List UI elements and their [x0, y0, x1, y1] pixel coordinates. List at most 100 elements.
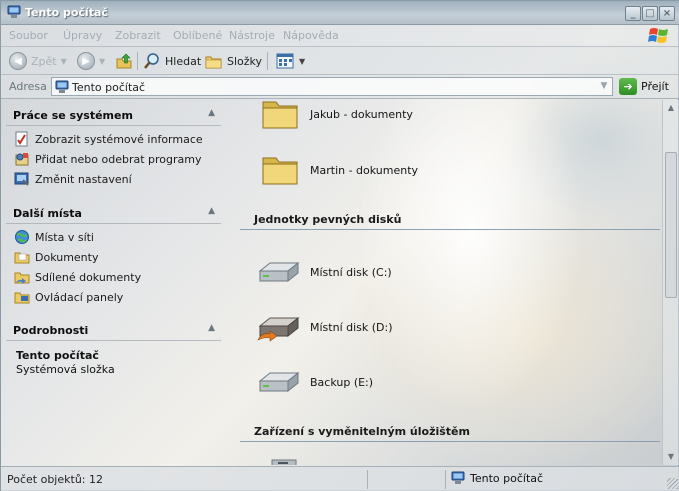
system-info-icon	[15, 131, 28, 147]
folder-label: Martin - dokumenty	[310, 163, 419, 177]
shared-folder-icon	[14, 272, 30, 284]
my-computer-icon	[7, 5, 21, 18]
menu-file[interactable]: Soubor	[9, 29, 48, 42]
removable-drive-icon	[271, 459, 297, 465]
place-network[interactable]: Místa v síti	[6, 227, 221, 247]
up-folder-icon	[116, 53, 132, 69]
task-pane: Práce se systémem ▲ Zobrazit systémové i…	[2, 100, 238, 465]
toolbar: ◀ Zpět ▼ ▶ ▼ Hledat Složky ▼	[1, 47, 679, 75]
task-system-info[interactable]: Zobrazit systémové informace	[6, 129, 221, 149]
maximize-button[interactable]: □	[642, 6, 658, 21]
folders-label: Složky	[227, 54, 263, 68]
scroll-thumb[interactable]	[665, 152, 677, 298]
place-control-panel[interactable]: Ovládací panely	[6, 287, 221, 307]
hard-drives-group-header: Jednotky pevných disků	[240, 210, 660, 230]
menu-edit[interactable]: Úpravy	[63, 29, 102, 42]
title-bar[interactable]: Tento počítač _ □ ×	[1, 1, 679, 25]
removable-title: Zařízení s vyměnitelným úložištěm	[254, 425, 470, 438]
place-shared-documents[interactable]: Sdílené dokumenty	[6, 267, 221, 287]
folder-item[interactable]: Martin - dokumenty	[260, 152, 418, 188]
windows-logo-icon	[648, 28, 668, 43]
back-arrow-icon: ◀	[9, 52, 27, 70]
search-label: Hledat	[165, 54, 202, 68]
address-value: Tento počítač	[72, 81, 146, 94]
network-places-icon	[15, 230, 29, 244]
collapse-icon[interactable]: ▲	[208, 108, 215, 118]
drive-item[interactable]: Backup (E:)	[256, 365, 373, 399]
place-shared-label: Sdílené dokumenty	[35, 270, 142, 284]
task-add-remove-programs[interactable]: Přidat nebo odebrat programy	[6, 149, 221, 169]
task-change-settings[interactable]: Změnit nastavení	[6, 169, 221, 189]
menu-tools[interactable]: Nástroje	[229, 29, 275, 42]
go-button[interactable]: ➔ Přejít	[619, 78, 669, 95]
other-places-section: Další místa ▲ Místa v síti Dokumenty Sdí…	[6, 202, 221, 307]
drive-item[interactable]: Místní disk (D:)	[256, 310, 393, 344]
address-input[interactable]: Tento počítač ▼	[51, 77, 613, 96]
address-dropdown-icon[interactable]: ▼	[597, 79, 611, 94]
status-location: Tento počítač	[451, 471, 543, 485]
task-change-settings-label: Změnit nastavení	[35, 172, 132, 186]
back-dropdown-icon: ▼	[60, 56, 67, 66]
content-pane: Jakub - dokumenty Martin - dokumenty Jed…	[240, 100, 662, 465]
folder-item[interactable]: Jakub - dokumenty	[260, 100, 413, 132]
drive-label: Backup (E:)	[310, 375, 374, 389]
add-remove-programs-icon	[15, 153, 29, 166]
minimize-icon: _	[630, 8, 636, 19]
place-network-label: Místa v síti	[35, 230, 94, 244]
go-arrow-icon: ➔	[619, 78, 637, 95]
drive-item[interactable]: Místní disk (C:)	[256, 255, 392, 289]
search-icon	[144, 53, 159, 69]
system-tasks-header[interactable]: Práce se systémem ▲	[6, 104, 221, 126]
documents-folder-icon	[14, 252, 30, 264]
menu-bar: Soubor Úpravy Zobrazit Oblíbené Nástroje…	[1, 25, 679, 47]
vertical-scrollbar[interactable]: ▲ ▼	[662, 100, 679, 465]
other-places-title: Další místa	[13, 207, 82, 220]
status-divider	[367, 470, 368, 489]
views-dropdown-icon: ▼	[299, 56, 306, 66]
drive-label: Místní disk (D:)	[310, 320, 393, 334]
details-title: Podrobnosti	[13, 324, 89, 337]
scroll-up-icon[interactable]: ▲	[663, 100, 679, 116]
collapse-icon[interactable]: ▲	[208, 206, 215, 216]
my-computer-icon	[55, 80, 69, 93]
collapse-icon[interactable]: ▲	[208, 323, 215, 333]
folders-icon	[205, 56, 222, 69]
status-bar: Počet objektů: 12 Tento počítač	[1, 466, 679, 491]
back-button[interactable]: ◀ Zpět ▼	[9, 51, 67, 71]
views-icon	[276, 53, 294, 69]
task-system-info-label: Zobrazit systémové informace	[35, 132, 203, 146]
up-folder-button[interactable]	[115, 51, 133, 71]
details-section: Podrobnosti ▲ Tento počítač Systémová sl…	[6, 319, 221, 376]
system-tasks-title: Práce se systémem	[13, 109, 133, 122]
forward-arrow-icon: ▶	[77, 52, 95, 70]
folder-icon	[262, 101, 298, 129]
other-places-header[interactable]: Další místa ▲	[6, 202, 221, 224]
details-header[interactable]: Podrobnosti ▲	[6, 319, 221, 341]
details-name: Tento počítač	[16, 349, 99, 362]
shared-hard-drive-icon	[257, 316, 300, 342]
address-label: Adresa	[9, 80, 47, 93]
forward-button[interactable]: ▶ ▼	[77, 51, 105, 71]
place-control-panel-label: Ovládací panely	[35, 290, 124, 304]
resize-grip-icon[interactable]	[667, 478, 678, 489]
hard-drive-icon	[258, 261, 300, 283]
close-button[interactable]: ×	[659, 6, 675, 21]
window-title: Tento počítač	[25, 6, 108, 19]
maximize-icon: □	[645, 8, 655, 19]
address-bar: Adresa Tento počítač ▼ ➔ Přejít	[1, 75, 679, 99]
search-button[interactable]: Hledat	[143, 51, 201, 71]
removable-group-header: Zařízení s vyměnitelným úložištěm	[240, 422, 660, 442]
menu-help[interactable]: Nápověda	[283, 29, 339, 42]
system-tasks-section: Práce se systémem ▲ Zobrazit systémové i…	[6, 104, 221, 189]
object-count: Počet objektů: 12	[7, 473, 103, 486]
views-button[interactable]: ▼	[275, 51, 305, 71]
scroll-down-icon[interactable]: ▼	[663, 449, 679, 465]
folder-icon	[262, 157, 298, 185]
task-add-remove-label: Přidat nebo odebrat programy	[35, 152, 202, 166]
menu-favorites[interactable]: Oblíbené	[173, 29, 222, 42]
folders-button[interactable]: Složky	[205, 51, 262, 71]
control-panel-settings-icon	[14, 172, 29, 186]
menu-view[interactable]: Zobrazit	[115, 29, 161, 42]
place-documents[interactable]: Dokumenty	[6, 247, 221, 267]
minimize-button[interactable]: _	[625, 6, 641, 21]
